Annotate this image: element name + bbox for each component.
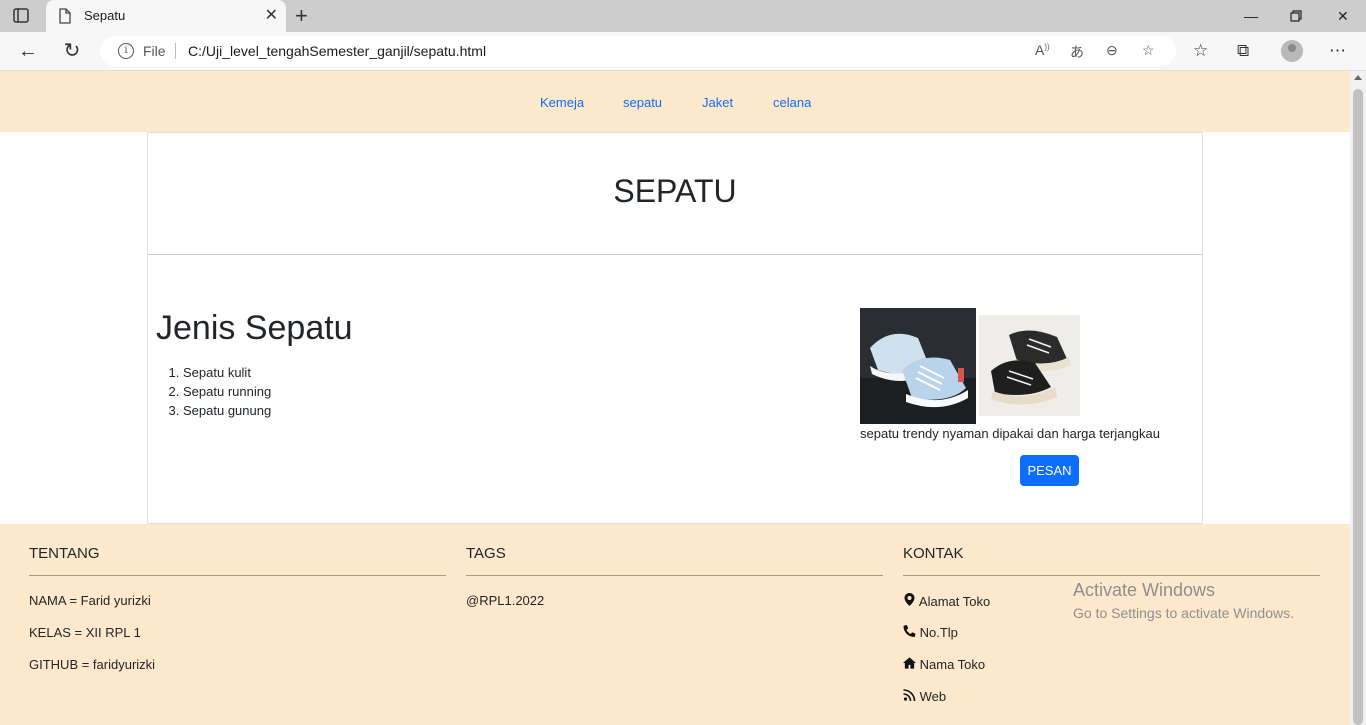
product-description: sepatu trendy nyaman dipakai dan harga t… [860, 426, 1160, 441]
section-heading: Jenis Sepatu [156, 309, 353, 347]
map-marker-icon [904, 593, 915, 606]
kontak-nama-toko[interactable]: Nama Toko [903, 657, 985, 672]
footer-tags-title: TAGS [466, 545, 506, 562]
divider [903, 575, 1320, 576]
close-tab-icon[interactable]: ✕ [265, 8, 278, 24]
divider [466, 575, 883, 576]
restore-icon[interactable] [1290, 10, 1302, 22]
vertical-scrollbar[interactable] [1350, 71, 1366, 725]
collections-icon[interactable]: ⧉ [1237, 41, 1249, 61]
rss-icon [903, 689, 916, 701]
scrollbar-thumb[interactable] [1353, 89, 1363, 725]
divider [175, 43, 176, 59]
new-tab-icon[interactable]: + [295, 5, 308, 27]
profile-avatar[interactable] [1281, 40, 1303, 62]
footer: TENTANG NAMA = Farid yurizki KELAS = XII… [0, 524, 1350, 725]
footer-github: GITHUB = faridyurizki [29, 657, 156, 672]
home-icon [903, 657, 916, 669]
footer-tentang-title: TENTANG [29, 545, 100, 562]
zoom-out-icon[interactable]: ⊖ [1106, 42, 1118, 59]
watermark-subtitle: Go to Settings to activate Windows. [1073, 605, 1294, 621]
footer-kelas: KELAS = XII RPL 1 [29, 625, 141, 640]
tab-actions-icon[interactable] [12, 8, 32, 24]
active-tab[interactable]: Sepatu ✕ [46, 0, 286, 32]
shoe-image-black [979, 315, 1080, 416]
back-icon[interactable]: ← [16, 40, 40, 62]
read-aloud-icon[interactable]: A)) [1035, 42, 1050, 58]
page-title: SEPATU [613, 173, 737, 209]
tab-title: Sepatu [84, 8, 126, 23]
footer-kontak-title: KONTAK [903, 545, 964, 562]
list-item: Sepatu gunung [183, 401, 271, 420]
kontak-label: Nama Toko [919, 657, 986, 672]
nav-link-jaket[interactable]: Jaket [702, 95, 733, 110]
list-item: Sepatu kulit [183, 363, 271, 382]
content-card: SEPATU Jenis Sepatu Sepatu kulit Sepatu … [147, 132, 1203, 524]
address-bar-row: ← ↻ i File C:/Uji_level_tengahSemester_g… [0, 32, 1366, 71]
add-favorite-icon[interactable]: ☆ [1142, 42, 1155, 59]
top-navigation: Kemeja sepatu Jaket celana [0, 71, 1350, 132]
page-icon [59, 8, 71, 24]
divider [29, 575, 446, 576]
shoe-type-list: Sepatu kulit Sepatu running Sepatu gunun… [183, 363, 271, 420]
shoe-image-blue [860, 308, 976, 424]
url-field[interactable]: i File C:/Uji_level_tengahSemester_ganji… [100, 36, 1176, 66]
footer-tag: @RPL1.2022 [466, 593, 545, 608]
footer-nama: NAMA = Farid yurizki [29, 593, 151, 608]
kontak-web[interactable]: Web [903, 689, 946, 704]
url-text[interactable]: C:/Uji_level_tengahSemester_ganjil/sepat… [188, 43, 486, 59]
minimize-icon[interactable]: — [1244, 8, 1258, 24]
file-label: File [143, 43, 166, 59]
nav-link-kemeja[interactable]: Kemeja [540, 95, 584, 110]
more-menu-icon[interactable]: ⋯ [1329, 41, 1346, 61]
favorites-icon[interactable]: ☆ [1193, 41, 1208, 61]
refresh-icon[interactable]: ↻ [60, 40, 84, 62]
translate-icon[interactable]: あ [1070, 42, 1084, 62]
kontak-label: Alamat Toko [918, 594, 991, 609]
page-viewport: Kemeja sepatu Jaket celana SEPATU Jenis … [0, 71, 1350, 725]
windows-activation-watermark: Activate Windows Go to Settings to activ… [1073, 580, 1294, 621]
info-icon[interactable]: i [118, 43, 134, 59]
kontak-label: Web [919, 689, 947, 704]
kontak-telepon[interactable]: No.Tlp [903, 625, 958, 640]
card-header: SEPATU [148, 133, 1202, 255]
watermark-title: Activate Windows [1073, 580, 1216, 600]
kontak-alamat[interactable]: Alamat Toko [903, 593, 990, 609]
order-button[interactable]: PESAN [1020, 455, 1079, 486]
list-item: Sepatu running [183, 382, 271, 401]
nav-link-sepatu[interactable]: sepatu [623, 95, 662, 110]
nav-link-celana[interactable]: celana [773, 95, 811, 110]
phone-icon [903, 625, 916, 637]
kontak-label: No.Tlp [919, 625, 958, 640]
browser-tab-bar: Sepatu ✕ + — ✕ [0, 0, 1366, 32]
scroll-up-icon[interactable] [1354, 75, 1362, 80]
close-window-icon[interactable]: ✕ [1337, 8, 1349, 25]
